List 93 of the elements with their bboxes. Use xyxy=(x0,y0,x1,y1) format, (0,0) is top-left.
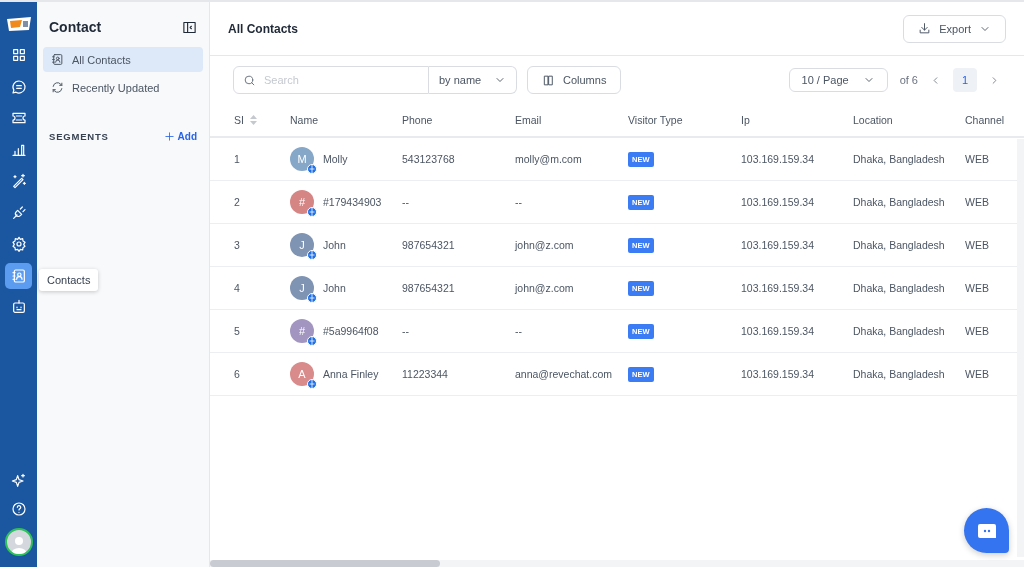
ticket-icon xyxy=(10,110,27,126)
contact-name[interactable]: John xyxy=(323,282,346,294)
table-cell-text: 103.169.159.34 xyxy=(741,325,815,337)
contact-name[interactable]: John xyxy=(323,239,346,251)
table-cell-text: WEB xyxy=(965,239,990,251)
table-cell-text: WEB xyxy=(965,325,990,337)
chat-bubble-icon xyxy=(976,522,997,539)
plus-icon xyxy=(163,131,175,142)
search-icon xyxy=(243,73,256,87)
table-cell-text: 103.169.159.34 xyxy=(741,368,815,380)
gear-icon xyxy=(10,236,27,252)
chat-launcher-button[interactable] xyxy=(964,508,1009,553)
table-cell-text: john@z.com xyxy=(515,282,575,294)
sparkle-icon[interactable] xyxy=(10,473,27,489)
help-icon[interactable] xyxy=(10,501,27,517)
table-cell-text: -- xyxy=(402,196,410,208)
table-cell-text: 103.169.159.34 xyxy=(741,196,815,208)
table-cell-text: WEB xyxy=(965,196,990,208)
contact-name[interactable]: Anna Finley xyxy=(323,368,379,380)
table-cell-text: 4 xyxy=(234,282,241,294)
table-cell-text: molly@m.com xyxy=(515,153,583,165)
logo-icon[interactable] xyxy=(5,16,32,32)
search-by-dropdown[interactable]: by name xyxy=(429,66,517,94)
export-button[interactable]: Export xyxy=(903,14,1006,43)
page-button[interactable]: 1 xyxy=(953,68,977,92)
refresh-icon xyxy=(51,81,64,94)
user-avatar[interactable] xyxy=(4,528,33,556)
contact-book-icon xyxy=(51,53,64,66)
table-cell-text: 103.169.159.34 xyxy=(741,282,815,294)
sidebar-item[interactable]: All Contacts xyxy=(43,47,203,72)
contact-avatar: J xyxy=(290,233,314,257)
table-cell-text: WEB xyxy=(965,153,990,165)
table-cell-text: Dhaka, Bangladesh xyxy=(853,368,946,380)
table-cell-text: anna@revechat.com xyxy=(515,368,614,380)
section-label: SEGMENTS xyxy=(49,131,109,142)
table-cell-text: WEB xyxy=(965,368,990,380)
sidebar-title: Contact xyxy=(49,19,102,35)
table-cell-text: 1 xyxy=(234,153,241,165)
column-header: Name xyxy=(290,114,319,126)
column-header: Location xyxy=(853,114,894,126)
table-cell-text: 987654321 xyxy=(402,282,456,294)
table-cell-text: Dhaka, Bangladesh xyxy=(853,282,946,294)
tooltip: Contacts xyxy=(39,268,99,291)
table-cell-text: 11223344 xyxy=(402,368,449,380)
table-cell-text: 5 xyxy=(234,325,241,337)
plug-icon xyxy=(10,204,27,221)
table-cell-text: WEB xyxy=(965,282,990,294)
contact-name[interactable]: #179434903 xyxy=(323,196,382,208)
search-field[interactable]: Search xyxy=(233,66,429,94)
table-cell-text: Dhaka, Bangladesh xyxy=(853,325,946,337)
table-cell-text: -- xyxy=(515,196,523,208)
grid-icon xyxy=(10,47,27,63)
table-cell-text: Dhaka, Bangladesh xyxy=(853,239,946,251)
table-cell-text: Dhaka, Bangladesh xyxy=(853,196,946,208)
sidebar-item[interactable]: Recently Updated xyxy=(43,75,203,100)
column-header: Phone xyxy=(402,114,434,126)
table-cell-text: 3 xyxy=(234,239,241,251)
table-cell-text: 2 xyxy=(234,196,241,208)
page-title: All Contacts xyxy=(228,21,298,36)
page-size-dropdown[interactable]: 10 / Page xyxy=(788,68,888,92)
table-cell-text: 543123768 xyxy=(402,153,456,165)
column-header[interactable]: SI xyxy=(234,114,244,126)
column-header: Email xyxy=(515,114,543,126)
collapse-sidebar-icon[interactable] xyxy=(182,19,197,35)
table-cell-text: 987654321 xyxy=(402,239,456,251)
contact-name[interactable]: #5a9964f08 xyxy=(323,325,379,337)
table-cell-text: 103.169.159.34 xyxy=(741,153,815,165)
download-icon xyxy=(918,22,932,35)
column-header: Ip xyxy=(741,114,751,126)
contact-avatar: J xyxy=(290,276,314,300)
magic-wand-icon xyxy=(10,173,27,189)
table-cell-text: john@z.com xyxy=(515,239,575,251)
table-cell-text: Dhaka, Bangladesh xyxy=(853,153,946,165)
robot-icon xyxy=(10,299,27,315)
chat-icon xyxy=(10,78,27,95)
add-button[interactable]: Add xyxy=(163,131,197,142)
horizontal-scrollbar[interactable] xyxy=(210,560,1024,567)
column-header: Channel xyxy=(965,114,1006,126)
table-cell-text: -- xyxy=(515,325,523,337)
columns-icon xyxy=(542,73,555,87)
contact-book-icon xyxy=(10,267,27,284)
table-cell-text: -- xyxy=(402,325,410,337)
contact-avatar: A xyxy=(290,362,314,386)
contact-avatar: M xyxy=(290,147,314,171)
table-cell-text: 103.169.159.34 xyxy=(741,239,815,251)
contact-avatar: # xyxy=(290,190,314,214)
page-total: of 6 xyxy=(899,74,918,86)
table-cell-text: 6 xyxy=(234,368,241,380)
columns-button[interactable]: Columns xyxy=(527,66,622,94)
contact-name[interactable]: Molly xyxy=(323,153,348,165)
column-header: Visitor Type xyxy=(628,114,684,126)
contact-avatar: # xyxy=(290,319,314,343)
search-input[interactable]: Search xyxy=(262,73,406,87)
